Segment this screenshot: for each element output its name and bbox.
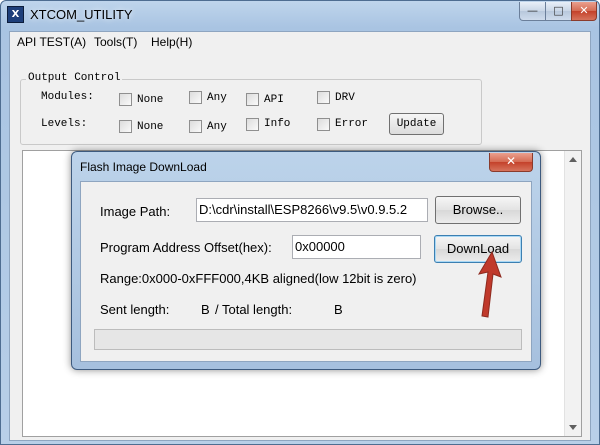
output-control-legend: Output Control [26,72,123,84]
levels-error-label: Error [335,118,369,130]
dialog-body: Image Path: D:\cdr\install\ESP8266\v9.5\… [80,181,532,362]
minimize-button[interactable]: — [519,2,546,21]
modules-any-label: Any [207,92,227,104]
offset-input[interactable]: 0x00000 [292,235,421,259]
levels-any-label: Any [207,121,227,133]
close-icon: ✕ [505,154,517,168]
levels-none-label: None [137,121,164,133]
offset-label: Program Address Offset(hex): [100,240,272,255]
modules-none-checkbox[interactable] [119,93,132,106]
modules-drv-label: DRV [335,92,355,104]
maximize-icon: □ [553,4,564,17]
range-info-text: Range:0x000-0xFFF000,4KB aligned(low 12b… [100,271,417,286]
modules-label: Modules: [41,91,94,103]
total-length-label: / Total length: [215,302,293,317]
annotation-arrow-shape [477,250,502,318]
scroll-down-icon[interactable] [569,425,577,430]
total-length-unit: B [334,302,343,317]
menu-bar: API TEST(A) Tools(T) Help(H) [10,32,590,52]
image-path-label: Image Path: [100,204,171,219]
app-icon: X [7,6,24,23]
levels-none-checkbox[interactable] [119,120,132,133]
modules-api-checkbox[interactable] [246,93,259,106]
minimize-icon: — [527,4,538,17]
image-path-input[interactable]: D:\cdr\install\ESP8266\v9.5\v0.9.5.2 [196,198,428,222]
close-button[interactable]: ✕ [571,2,597,21]
annotation-arrow [477,250,502,318]
modules-none-label: None [137,94,164,106]
update-button[interactable]: Update [389,113,444,135]
sent-length-unit: B [201,302,210,317]
window-title: XTCOM_UTILITY [30,7,133,22]
download-progress-bar [94,329,522,350]
menu-api-test[interactable]: API TEST(A) [17,35,86,49]
close-icon: ✕ [579,4,589,17]
output-control-group: Output Control [20,72,482,145]
menu-help[interactable]: Help(H) [151,35,192,49]
modules-any-checkbox[interactable] [189,91,202,104]
vertical-scrollbar[interactable] [564,151,581,436]
browse-button[interactable]: Browse.. [435,196,521,224]
modules-drv-checkbox[interactable] [317,91,330,104]
maximize-button[interactable]: □ [545,2,572,21]
levels-any-checkbox[interactable] [189,120,202,133]
dialog-title: Flash Image DownLoad [80,160,207,174]
title-bar[interactable]: X XTCOM_UTILITY — □ ✕ [1,1,599,30]
dialog-close-button[interactable]: ✕ [489,153,533,172]
levels-error-checkbox[interactable] [317,118,330,131]
sent-length-label: Sent length: [100,302,170,317]
levels-info-checkbox[interactable] [246,118,259,131]
levels-info-label: Info [264,118,291,130]
scroll-up-icon[interactable] [569,157,577,162]
modules-api-label: API [264,94,284,106]
menu-tools[interactable]: Tools(T) [94,35,137,49]
levels-label: Levels: [41,118,88,130]
